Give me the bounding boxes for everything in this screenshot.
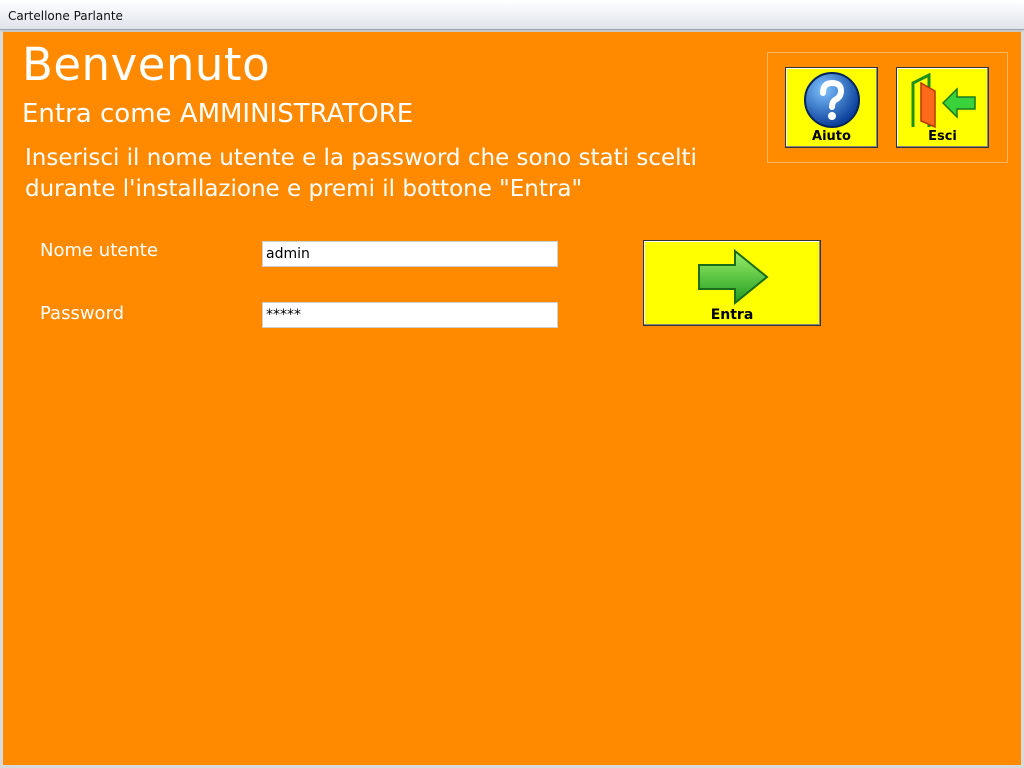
help-button-label: Aiuto bbox=[812, 129, 851, 144]
help-button[interactable]: Aiuto bbox=[785, 67, 878, 148]
instructions-line-2: durante l'installazione e premi il botto… bbox=[25, 176, 583, 202]
exit-button-label: Esci bbox=[928, 129, 957, 144]
exit-door-icon bbox=[911, 73, 976, 129]
role-subtitle: Entra come AMMINISTRATORE bbox=[22, 99, 414, 129]
password-label: Password bbox=[40, 303, 125, 324]
password-input[interactable]: ***** bbox=[262, 302, 558, 328]
enter-button-label: Entra bbox=[710, 307, 754, 323]
window-title: Cartellone Parlante bbox=[8, 9, 123, 23]
enter-button[interactable]: Entra bbox=[643, 240, 821, 326]
instructions-line-1: Inserisci il nome utente e la password c… bbox=[25, 145, 697, 171]
username-input[interactable]: admin bbox=[262, 241, 558, 267]
arrow-right-icon bbox=[698, 249, 769, 305]
exit-button[interactable]: Esci bbox=[896, 67, 989, 148]
welcome-heading: Benvenuto bbox=[22, 38, 271, 91]
username-label: Nome utente bbox=[40, 240, 158, 261]
question-mark-icon bbox=[804, 72, 860, 128]
instructions-text: Inserisci il nome utente e la password c… bbox=[25, 143, 755, 205]
window-titlebar[interactable]: Cartellone Parlante bbox=[0, 0, 1024, 30]
